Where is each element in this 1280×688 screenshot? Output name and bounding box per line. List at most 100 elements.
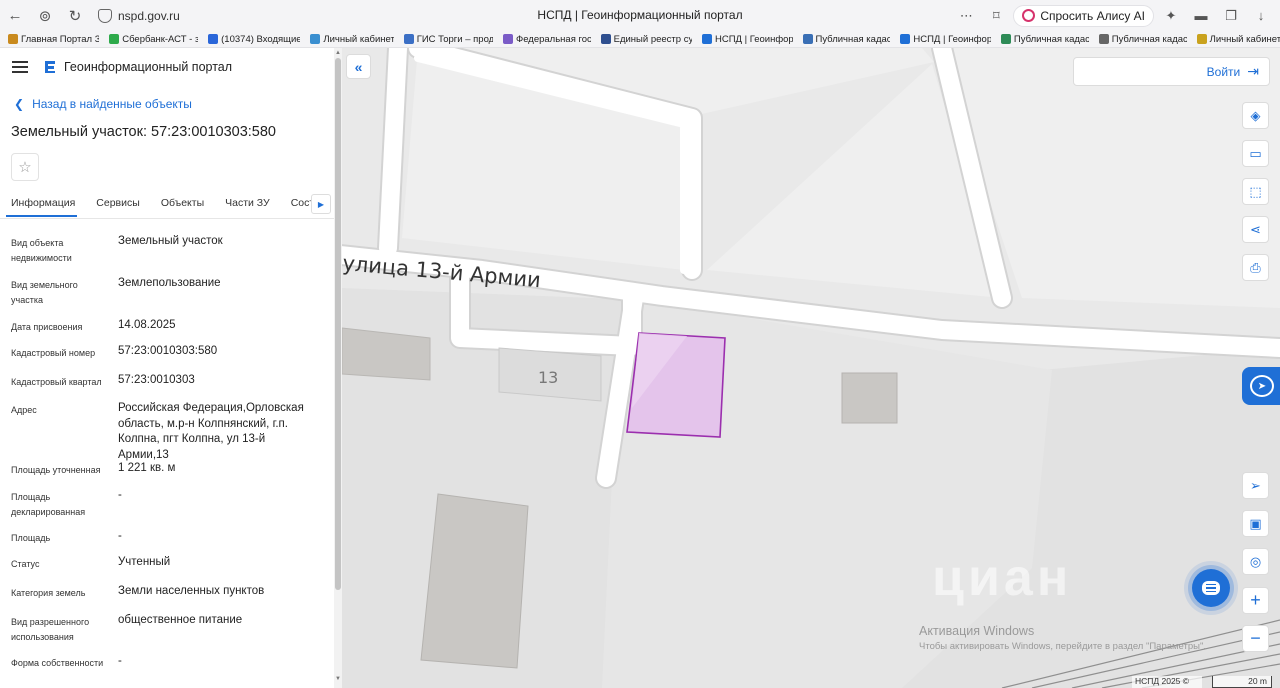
zoom-out-icon[interactable]: − (1242, 625, 1269, 652)
favorite-star-icon[interactable]: ☆ (11, 153, 39, 181)
bookmark-label: НСПД | Геоинфор (913, 33, 991, 45)
property-value: 57:23:0010303:580 (118, 345, 218, 357)
share-icon[interactable]: ⋖ (1242, 216, 1269, 243)
gosuslugi-icon: ➤ (1250, 375, 1274, 397)
bookmark-favicon-icon (109, 34, 120, 44)
bookmark-item[interactable]: Сбербанк-АСТ - з (109, 34, 198, 45)
bookmark-item[interactable]: Личный кабинет (1196, 33, 1280, 45)
select-area-icon[interactable]: ⬚ (1242, 178, 1269, 205)
property-label: Вид земельного участка (11, 280, 78, 305)
reload-icon[interactable]: ↻ (60, 1, 90, 31)
bookmarks-bar: Главная Портал З Сбербанк-АСТ - з (10374) … (0, 31, 1280, 48)
property-value: Земли населенных пунктов (118, 585, 265, 597)
property-label: Статус (11, 559, 40, 569)
property-value: Российская Федерация,Орловская область, … (118, 402, 304, 461)
property-value: общественное питание (118, 614, 243, 626)
minimap-icon[interactable]: ▣ (1242, 510, 1269, 537)
scroll-up-icon[interactable]: ▲ (334, 50, 342, 56)
tab-3[interactable]: Объекты (161, 192, 204, 215)
property-value: - (118, 655, 122, 667)
back-arrow-icon[interactable]: ← (0, 1, 30, 31)
bookmark-label: Единый реестр су (613, 33, 692, 45)
incognito-icon[interactable]: ▬ (1188, 3, 1214, 29)
chevron-left-icon: ❮ (14, 97, 25, 111)
tab-1[interactable]: Информация (6, 192, 78, 217)
bookmark-item[interactable]: Публичная кадас (1000, 34, 1089, 45)
portal-name: Геоинформационный портал (64, 60, 233, 74)
property-label: Кадастровый квартал (11, 377, 102, 387)
ruler-icon[interactable]: ▭ (1242, 140, 1269, 167)
bookmark-item[interactable]: Единый реестр су (600, 33, 692, 45)
bookmark-item[interactable]: Федеральная гос (502, 34, 591, 45)
login-button[interactable]: Войти ⇥ (1073, 57, 1270, 86)
address-bar[interactable]: nspd.gov.ru (98, 4, 180, 28)
bookmark-favicon-icon (600, 34, 611, 44)
bookmark-item[interactable]: ГИС Торги – прод (403, 33, 493, 45)
bookmark-favicon-icon (208, 34, 219, 44)
more-icon[interactable]: ⋯ (953, 3, 979, 29)
activation-subtitle: Чтобы активировать Windows, перейдите в … (919, 641, 1206, 652)
bookmark-favicon-icon (802, 34, 813, 44)
property-value: 14.08.2025 (118, 319, 176, 331)
property-label: Кадастровый номер (11, 348, 96, 358)
chat-button[interactable] (1192, 569, 1230, 607)
map-drawing: улица 13-й Армии 13 (342, 48, 1280, 688)
map-copyright: НСПД 2025 © (1132, 676, 1202, 688)
print-icon[interactable]: ⎙ (1242, 254, 1269, 281)
property-label: Площадь уточненная (11, 465, 101, 475)
object-info-panel: Геоинформационный портал ❮ Назад в найде… (0, 48, 342, 688)
bookmark-item[interactable]: Главная Портал З (8, 34, 99, 45)
bookmark-item[interactable]: Публичная кадас (1098, 33, 1187, 45)
map-building (420, 493, 529, 669)
bookmark-label: Публичная кадас (1111, 33, 1187, 45)
activation-title: Активация Windows (919, 624, 1035, 638)
geolocation-icon[interactable]: ➢ (1242, 472, 1269, 499)
scroll-down-icon[interactable]: ▼ (334, 676, 342, 682)
bookmark-item[interactable]: Публичная кадас (802, 33, 891, 45)
side-panel-tab[interactable]: ➤ (1242, 367, 1280, 405)
menu-icon[interactable] (12, 61, 28, 73)
panel-scrollbar[interactable]: ▲ ▼ (334, 48, 342, 688)
scrollbar-thumb[interactable] (335, 58, 341, 590)
tab-2[interactable]: Сервисы (96, 192, 140, 215)
bookmark-item[interactable]: (10374) Входящие (208, 34, 300, 45)
map-canvas[interactable]: улица 13-й Армии 13 циан « Войти ⇥ ◈ ▭ ⬚… (342, 48, 1280, 688)
property-label: Дата присвоения (11, 322, 83, 332)
bookmark-item[interactable]: НСПД | Геоинфор (701, 33, 793, 45)
back-to-results-link[interactable]: ❮ Назад в найденные объекты (14, 96, 341, 112)
ask-alice-button[interactable]: Спросить Алису AI (1013, 4, 1154, 27)
collapse-panel-icon[interactable]: « (346, 54, 371, 79)
bookmark-label: Личный кабинет (1209, 33, 1280, 45)
bookmark-favicon-icon (1098, 34, 1109, 44)
bookmark-label: ГИС Торги – прод (416, 33, 493, 45)
bookmark-favicon-icon (310, 34, 321, 44)
bookmark-item[interactable]: НСПД | Геоинфор (900, 34, 991, 45)
login-icon: ⇥ (1247, 63, 1259, 79)
extension-icon[interactable]: ✦ (1158, 3, 1184, 29)
tabs-scroll-right-icon[interactable]: ▶ (311, 194, 331, 214)
download-icon[interactable]: ↓ (1248, 3, 1274, 29)
property-label: Площадь (11, 533, 51, 543)
bookmark-label: Публичная кадас (815, 33, 891, 45)
bookmark-favicon-icon (701, 34, 712, 44)
profile-icon[interactable]: ⊚ (30, 1, 60, 31)
collections-icon[interactable]: ❐ (1218, 3, 1244, 29)
shield-icon (98, 8, 112, 23)
bookmark-item[interactable]: Личный кабинет (310, 34, 394, 45)
bookmark-favicon-icon (1196, 34, 1207, 44)
property-label: Вид разрешенного использования (11, 617, 90, 642)
info-tabs: Информация Сервисы Объекты Части ЗУ Соста (0, 192, 334, 218)
watermark-text: циан (932, 549, 1073, 607)
property-value: Землепользование (118, 277, 221, 289)
bookmark-favicon-icon (8, 34, 18, 44)
bookmark-icon[interactable]: ⌑ (983, 3, 1009, 29)
property-value: 1 221 кв. м (118, 462, 176, 474)
zoom-in-icon[interactable]: + (1242, 587, 1269, 614)
bookmark-label: НСПД | Геоинфор (714, 33, 793, 45)
layers-icon[interactable]: ◈ (1242, 102, 1269, 129)
address-url: nspd.gov.ru (118, 8, 180, 23)
bookmark-favicon-icon (900, 34, 911, 44)
tab-4[interactable]: Части ЗУ (225, 192, 270, 215)
back-link-label: Назад в найденные объекты (32, 97, 192, 111)
location-pin-icon[interactable]: ◎ (1242, 548, 1269, 575)
